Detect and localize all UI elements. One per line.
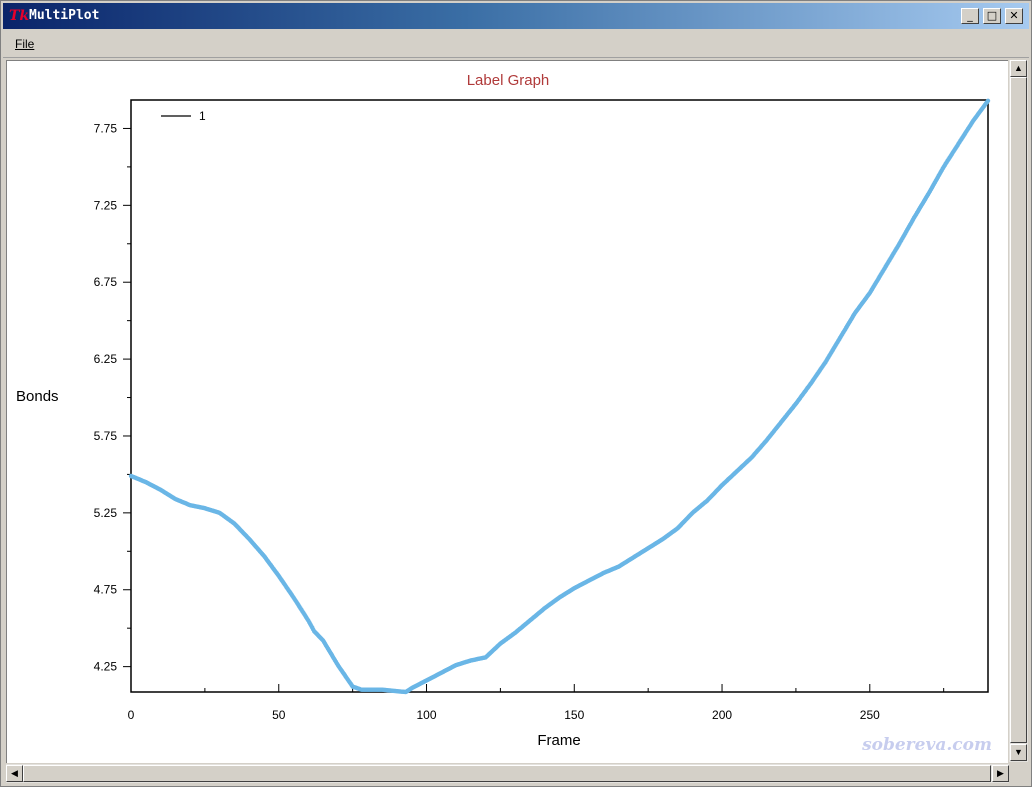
y-tick-label: 7.75	[94, 121, 118, 135]
window-title: MultiPlot	[29, 8, 100, 23]
y-tick-label: 5.75	[94, 429, 118, 443]
title-bar[interactable]: Tk MultiPlot _ □ ✕	[3, 3, 1029, 29]
x-tick-label: 250	[860, 708, 880, 722]
y-tick-label: 4.75	[94, 583, 118, 597]
data-series-1	[128, 98, 991, 695]
scrollbar-corner	[1009, 764, 1028, 783]
y-tick-label: 4.25	[94, 660, 118, 674]
x-tick-label: 150	[564, 708, 584, 722]
menu-file-label: File	[15, 37, 35, 51]
arrow-down-icon: ▼	[1014, 747, 1023, 757]
plot-canvas: Label Graph 0 50 100 150 200 250 4.25 4.75 5.25 5…	[6, 60, 1008, 763]
x-axis-label: Frame	[537, 732, 580, 749]
legend-label: 1	[199, 109, 206, 123]
label-graph-chart: Label Graph 0 50 100 150 200 250 4.25 4.75 5.25 5…	[16, 72, 992, 755]
y-tick-label: 7.25	[94, 198, 118, 212]
plot-frame	[130, 99, 989, 693]
x-tick-label: 100	[417, 708, 437, 722]
horizontal-scroll-thumb[interactable]	[23, 765, 991, 782]
close-icon: ✕	[1009, 9, 1019, 22]
arrow-right-icon: ▶	[997, 768, 1004, 778]
vertical-scroll-thumb[interactable]	[1010, 77, 1027, 743]
y-axis-label: Bonds	[16, 388, 59, 405]
scroll-right-button[interactable]: ▶	[992, 765, 1009, 782]
y-tick-label: 6.75	[94, 275, 118, 289]
minimize-button[interactable]: _	[961, 8, 979, 24]
data-point	[985, 98, 991, 103]
watermark: sobereva.com	[861, 735, 992, 755]
arrow-left-icon: ◀	[11, 768, 18, 778]
scroll-left-button[interactable]: ◀	[6, 765, 23, 782]
x-tick-label: 0	[128, 708, 135, 722]
menu-file[interactable]: File	[15, 37, 34, 51]
maximize-icon: □	[986, 9, 998, 22]
vertical-scrollbar[interactable]: ▲ ▼	[1009, 60, 1028, 762]
arrow-up-icon: ▲	[1014, 63, 1023, 73]
y-tick-label: 5.25	[94, 506, 118, 520]
chart-title: Label Graph	[467, 72, 550, 89]
maximize-button[interactable]: □	[983, 8, 1001, 24]
horizontal-scrollbar[interactable]: ◀ ▶	[6, 764, 1009, 783]
scroll-down-button[interactable]: ▼	[1010, 744, 1027, 761]
y-tick-label: 6.25	[94, 352, 118, 366]
close-button[interactable]: ✕	[1005, 8, 1023, 24]
x-tick-label: 50	[272, 708, 286, 722]
minimize-icon: _	[967, 9, 973, 22]
multiplot-window: Tk MultiPlot _ □ ✕ File Label Graph 0 50 1…	[0, 0, 1032, 787]
series-line	[130, 100, 989, 693]
x-tick-label: 200	[712, 708, 732, 722]
scroll-up-button[interactable]: ▲	[1010, 60, 1027, 77]
tk-icon: Tk	[9, 8, 30, 24]
menu-bar: File	[3, 31, 1029, 58]
